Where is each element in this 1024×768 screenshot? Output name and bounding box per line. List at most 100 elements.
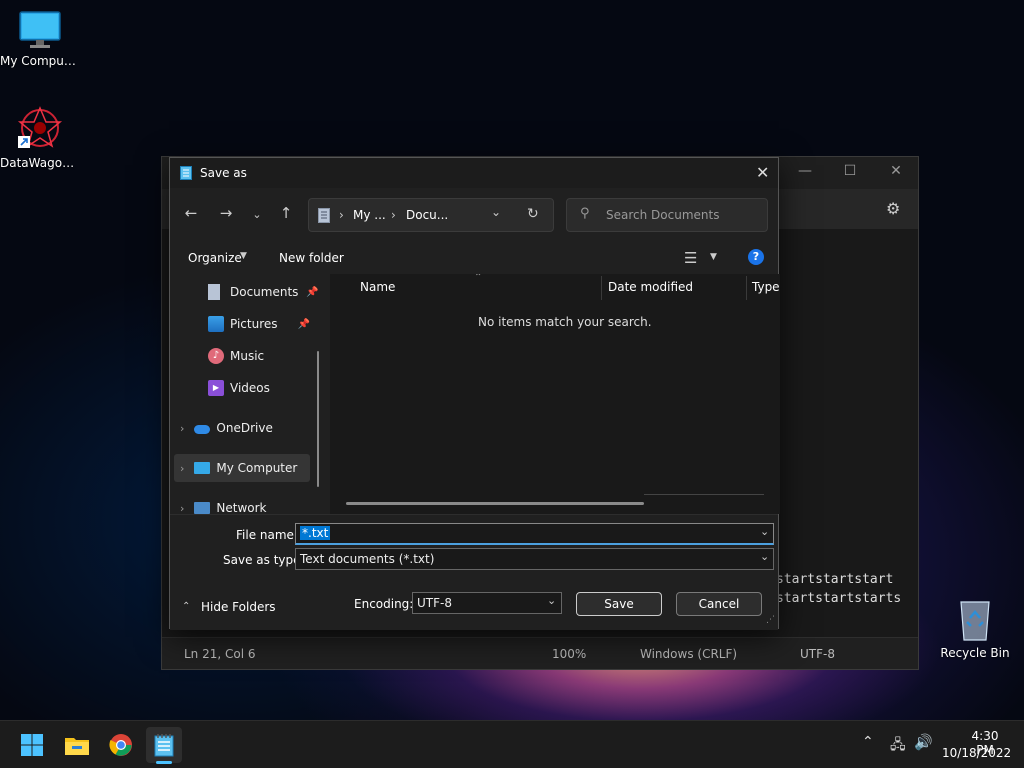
back-arrow-icon[interactable]: ← — [181, 204, 201, 222]
music-icon: ♪ — [208, 348, 224, 364]
status-encoding: UTF-8 — [800, 647, 835, 661]
desktop-icon-my-computer[interactable]: My Computer — [0, 10, 80, 68]
desktop-icon-label: My Computer — [0, 54, 80, 68]
hide-folders-button[interactable]: Hide Folders — [201, 600, 276, 614]
notepad-statusbar: Ln 21, Col 6 100% Windows (CRLF) UTF-8 — [162, 637, 918, 669]
nav-item-documents[interactable]: Documents 📌 — [208, 278, 330, 306]
help-icon[interactable]: ? — [748, 249, 764, 265]
save-type-select[interactable]: Text documents (*.txt) ⌄ — [295, 548, 774, 570]
documents-icon — [208, 284, 220, 300]
column-divider — [746, 276, 747, 300]
recycle-bin-icon — [960, 601, 990, 641]
chevron-down-icon[interactable]: ⌄ — [547, 594, 556, 607]
pin-icon: 📌 — [306, 286, 319, 298]
column-header-name[interactable]: Name — [360, 280, 395, 294]
dialog-titlebar: Save as ✕ — [170, 158, 778, 188]
refresh-icon[interactable]: ↻ — [527, 206, 539, 222]
save-button[interactable]: Save — [576, 592, 662, 616]
network-icon — [194, 502, 211, 514]
desktop-icon-recycle-bin[interactable]: Recycle Bin — [935, 598, 1015, 660]
nav-item-label: Music — [230, 349, 265, 363]
chevron-right-icon[interactable]: › — [180, 422, 184, 435]
clock-date[interactable]: 10/18/2022 — [942, 746, 1011, 760]
breadcrumb-segment[interactable]: Docu... — [406, 208, 448, 222]
nav-item-my-computer[interactable]: › My Computer — [174, 454, 310, 482]
monitor-icon — [194, 462, 211, 474]
breadcrumb-segment[interactable]: My ... — [353, 208, 386, 222]
cancel-button[interactable]: Cancel — [676, 592, 762, 616]
new-folder-button[interactable]: New folder — [279, 251, 344, 265]
navpane-scrollbar[interactable] — [317, 351, 319, 487]
resize-grip-icon[interactable]: ⋰ — [766, 615, 775, 625]
forward-arrow-icon[interactable]: → — [216, 204, 236, 222]
pictures-icon — [208, 316, 224, 332]
address-bar[interactable]: › My ... › Docu... ⌄ ↻ — [308, 198, 554, 232]
dialog-footer: File name: *.txt ⌄ Save as type: Text do… — [170, 514, 778, 630]
pin-icon: 📌 — [297, 318, 310, 330]
chevron-down-icon[interactable]: ▼ — [710, 252, 717, 262]
nav-item-music[interactable]: ♪ Music — [208, 342, 330, 370]
recent-locations-chevron-icon[interactable]: ⌄ — [247, 208, 267, 221]
chevron-right-icon[interactable]: › — [180, 502, 184, 515]
status-line-ending: Windows (CRLF) — [640, 647, 738, 661]
save-type-label: Save as type: — [223, 553, 305, 567]
desktop-icon-datawagon[interactable]: DataWagon... — [0, 106, 80, 170]
nav-item-label: Documents — [230, 285, 299, 299]
volume-icon[interactable]: 🔊 — [914, 733, 933, 751]
desktop-icon-label: Recycle Bin — [940, 646, 1010, 660]
chevron-down-icon[interactable]: ⌄ — [760, 550, 769, 563]
nav-item-videos[interactable]: ▶ Videos — [208, 374, 330, 402]
maximize-icon[interactable]: ☐ — [840, 163, 860, 179]
active-indicator — [156, 761, 172, 764]
network-icon[interactable]: 🖧 — [890, 734, 906, 758]
column-header-type[interactable]: Type — [752, 280, 780, 294]
notepad-icon — [154, 734, 174, 757]
chrome-taskbar-button[interactable] — [103, 727, 139, 763]
nav-item-label: Videos — [230, 381, 270, 395]
encoding-value: UTF-8 — [417, 596, 452, 610]
scroll-track — [644, 494, 764, 495]
nav-item-onedrive[interactable]: › OneDrive — [180, 414, 320, 442]
monitor-icon — [19, 11, 61, 48]
status-zoom: 100% — [552, 647, 587, 661]
minimize-icon[interactable]: — — [795, 163, 815, 179]
datawagon-shortcut-icon — [17, 106, 63, 148]
close-icon[interactable]: ✕ — [886, 163, 906, 179]
videos-icon: ▶ — [208, 380, 224, 396]
desktop-icon-label: DataWagon... — [0, 156, 80, 170]
chevron-up-icon[interactable]: ⌃ — [182, 601, 190, 612]
file-name-input[interactable]: *.txt ⌄ — [295, 523, 774, 545]
close-icon[interactable]: ✕ — [756, 163, 769, 182]
chevron-down-icon[interactable]: ⌄ — [760, 525, 769, 538]
settings-gear-icon[interactable]: ⚙ — [886, 199, 900, 218]
file-explorer-taskbar-button[interactable] — [59, 727, 95, 763]
navigation-pane: Documents 📌 Pictures 📌 ♪ Music ▶ Videos … — [170, 274, 330, 514]
chevron-right-icon[interactable]: › — [180, 462, 184, 475]
column-divider — [601, 276, 602, 300]
start-button[interactable] — [14, 727, 50, 763]
dialog-title: Save as — [200, 166, 247, 180]
chrome-icon — [109, 734, 132, 756]
chevron-up-icon[interactable]: ⌃ — [862, 734, 874, 750]
search-box[interactable]: ⚲ Search Documents — [566, 198, 768, 232]
breadcrumb-separator-icon: › — [339, 208, 344, 222]
up-arrow-icon[interactable]: ↑ — [276, 204, 296, 222]
horizontal-scrollbar[interactable] — [346, 502, 644, 505]
organize-button[interactable]: Organize — [188, 251, 242, 265]
nav-item-network[interactable]: › Network — [180, 494, 320, 514]
status-cursor-position: Ln 21, Col 6 — [184, 647, 256, 661]
notepad-taskbar-button[interactable] — [146, 727, 182, 764]
column-header-date-modified[interactable]: Date modified — [608, 280, 693, 294]
chevron-down-icon: ▼ — [240, 251, 247, 261]
search-icon: ⚲ — [580, 206, 590, 221]
breadcrumb-separator-icon: › — [391, 208, 396, 222]
editor-text-line: startstartstart — [776, 572, 894, 587]
view-options-icon[interactable]: ☰ — [684, 249, 697, 267]
chevron-down-icon[interactable]: ⌄ — [491, 205, 501, 219]
document-icon — [318, 208, 330, 223]
encoding-select[interactable]: UTF-8 ⌄ — [412, 592, 562, 614]
file-name-value: *.txt — [300, 526, 331, 540]
nav-item-label: Network — [216, 501, 267, 514]
save-type-value: Text documents (*.txt) — [300, 552, 435, 566]
nav-item-pictures[interactable]: Pictures 📌 — [208, 310, 330, 338]
